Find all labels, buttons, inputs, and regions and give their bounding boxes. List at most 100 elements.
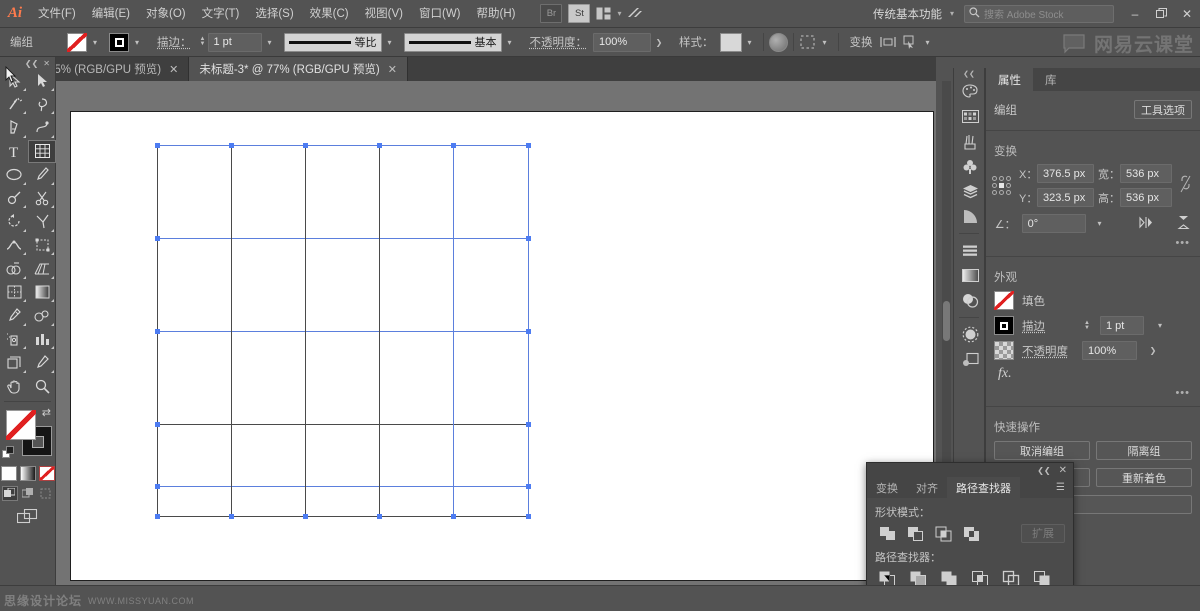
shaper-tool[interactable] bbox=[0, 187, 28, 211]
recolor-artwork-icon[interactable] bbox=[769, 33, 788, 52]
paintbrush-tool[interactable] bbox=[28, 163, 56, 187]
stock-button[interactable]: St bbox=[568, 4, 590, 23]
eyedropper-tool[interactable] bbox=[0, 304, 28, 328]
menu-object[interactable]: 对象(O) bbox=[138, 0, 194, 28]
perspective-grid-tool[interactable] bbox=[28, 257, 56, 281]
magic-wand-tool[interactable] bbox=[0, 93, 28, 117]
menu-file[interactable]: 文件(F) bbox=[30, 0, 84, 28]
expand-button[interactable]: 扩展 bbox=[1021, 524, 1065, 543]
rotate-dropdown-caret[interactable]: ▾ bbox=[1092, 214, 1107, 233]
menu-effect[interactable]: 效果(C) bbox=[302, 0, 357, 28]
menu-type[interactable]: 文字(T) bbox=[194, 0, 248, 28]
transform-more-options[interactable]: ••• bbox=[986, 235, 1200, 251]
color-mode-none[interactable] bbox=[39, 466, 55, 481]
stroke-weight-input[interactable]: 1 pt bbox=[208, 33, 262, 52]
brushes-panel-icon[interactable] bbox=[954, 129, 986, 154]
appearance-stroke-stepper[interactable]: ▲▼ bbox=[1082, 316, 1092, 335]
align-panel-icon[interactable] bbox=[954, 238, 986, 263]
selection-tool[interactable] bbox=[0, 69, 28, 93]
workspace-dropdown-caret[interactable]: ▾ bbox=[946, 9, 958, 18]
panel-menu-icon[interactable]: ☰ bbox=[1048, 477, 1073, 498]
reference-point-selector[interactable] bbox=[992, 176, 1011, 195]
x-input[interactable]: 376.5 px bbox=[1037, 164, 1094, 183]
type-tool[interactable]: T bbox=[0, 140, 28, 164]
intersect-icon[interactable] bbox=[931, 523, 955, 543]
slice-tool[interactable] bbox=[28, 351, 56, 375]
brush-definition-caret[interactable]: ▾ bbox=[502, 33, 518, 52]
symbols-panel-icon[interactable] bbox=[954, 154, 986, 179]
fill-color-swatch[interactable] bbox=[67, 33, 87, 52]
stroke-weight-dropdown-caret[interactable]: ▾ bbox=[262, 33, 278, 52]
appearance-fill-swatch[interactable] bbox=[994, 291, 1014, 310]
appearance-opacity-flyout[interactable]: ❯ bbox=[1145, 341, 1161, 360]
close-icon[interactable]: ✕ bbox=[1059, 465, 1067, 476]
transparency-panel-icon[interactable] bbox=[954, 288, 986, 313]
draw-inside-icon[interactable] bbox=[38, 486, 54, 501]
tools-panel-grip[interactable]: ❮❮✕ bbox=[0, 57, 55, 69]
gradient-panel-icon[interactable] bbox=[954, 263, 986, 288]
tab-pathfinder[interactable]: 路径查找器 bbox=[947, 477, 1020, 498]
restore-button[interactable] bbox=[1148, 0, 1174, 28]
rectangular-grid-object[interactable] bbox=[157, 145, 529, 517]
menu-edit[interactable]: 编辑(E) bbox=[84, 0, 138, 28]
change-screen-mode-icon[interactable] bbox=[0, 509, 55, 524]
pen-tool[interactable] bbox=[0, 116, 28, 140]
select-similar-caret[interactable]: ▾ bbox=[817, 33, 833, 52]
tab-align[interactable]: 对齐 bbox=[907, 477, 947, 498]
shape-builder-tool[interactable] bbox=[0, 257, 28, 281]
bridge-button[interactable]: Br bbox=[540, 4, 562, 23]
curvature-tool[interactable] bbox=[28, 116, 56, 140]
graphic-style-swatch[interactable] bbox=[720, 33, 742, 52]
close-button[interactable]: ✕ bbox=[1174, 0, 1200, 28]
rotate-tool[interactable] bbox=[0, 210, 28, 234]
draw-behind-icon[interactable] bbox=[20, 486, 36, 501]
close-icon[interactable]: ✕ bbox=[169, 63, 178, 76]
close-icon[interactable]: ✕ bbox=[388, 63, 397, 76]
unite-icon[interactable] bbox=[875, 523, 899, 543]
flip-horizontal-icon[interactable] bbox=[1139, 215, 1156, 233]
menu-view[interactable]: 视图(V) bbox=[357, 0, 411, 28]
align-objects-icon[interactable] bbox=[879, 33, 897, 51]
ungroup-button[interactable]: 取消编组 bbox=[994, 441, 1090, 460]
fill-dropdown-caret[interactable]: ▾ bbox=[87, 33, 103, 52]
stroke-dropdown-caret[interactable]: ▾ bbox=[129, 33, 145, 52]
rectangular-grid-tool[interactable] bbox=[28, 140, 56, 164]
lasso-tool[interactable] bbox=[28, 93, 56, 117]
isolate-caret[interactable]: ▾ bbox=[920, 33, 936, 52]
menu-window[interactable]: 窗口(W) bbox=[411, 0, 469, 28]
column-graph-tool[interactable] bbox=[28, 328, 56, 352]
color-mode-solid[interactable] bbox=[1, 466, 17, 481]
artboard-tool[interactable] bbox=[0, 351, 28, 375]
zoom-tool[interactable] bbox=[28, 375, 56, 399]
tab-libraries[interactable]: 库 bbox=[1033, 68, 1069, 91]
layers-panel-icon[interactable] bbox=[954, 179, 986, 204]
color-guide-icon[interactable] bbox=[954, 104, 986, 129]
transform-button[interactable]: 变换 bbox=[844, 34, 879, 50]
stroke-profile-caret[interactable]: ▾ bbox=[382, 33, 398, 52]
fill-indicator[interactable] bbox=[6, 410, 36, 440]
appearance-opacity-label[interactable]: 不透明度 bbox=[1022, 343, 1074, 359]
stroke-profile-select[interactable]: 等比 bbox=[284, 33, 382, 52]
stroke-color-swatch[interactable] bbox=[109, 33, 129, 52]
pathfinder-titlebar[interactable]: ❮❮ ✕ bbox=[867, 463, 1073, 477]
workspace-switcher[interactable]: 传统基本功能 bbox=[869, 6, 946, 22]
document-tab-2[interactable]: 未标题-3* @ 77% (RGB/GPU 预览) ✕ bbox=[189, 57, 408, 81]
isolate-selected-icon[interactable] bbox=[902, 33, 920, 51]
canvas-area[interactable] bbox=[56, 81, 936, 585]
opacity-label[interactable]: 不透明度： bbox=[524, 34, 594, 50]
select-similar-objects-icon[interactable] bbox=[799, 33, 817, 51]
appearance-panel-icon[interactable] bbox=[954, 347, 986, 372]
minus-front-icon[interactable] bbox=[903, 523, 927, 543]
stroke-weight-label[interactable]: 描边： bbox=[151, 34, 198, 50]
appearance-stroke-swatch[interactable] bbox=[994, 316, 1014, 335]
stroke-panel-icon[interactable] bbox=[954, 322, 986, 347]
lock-aspect-ratio-icon[interactable] bbox=[1180, 175, 1191, 197]
flip-vertical-icon[interactable] bbox=[1175, 215, 1192, 233]
default-fill-stroke-icon[interactable] bbox=[2, 446, 15, 462]
swap-fill-stroke-icon[interactable]: ⇄ bbox=[42, 406, 51, 419]
stroke-weight-stepper[interactable]: ▲▼ bbox=[198, 33, 208, 52]
rotate-input[interactable]: 0° bbox=[1022, 214, 1087, 233]
draw-normal-icon[interactable] bbox=[2, 486, 18, 501]
collapse-icon[interactable]: ❮❮ bbox=[1037, 466, 1050, 475]
style-dropdown-caret[interactable]: ▾ bbox=[742, 33, 758, 52]
